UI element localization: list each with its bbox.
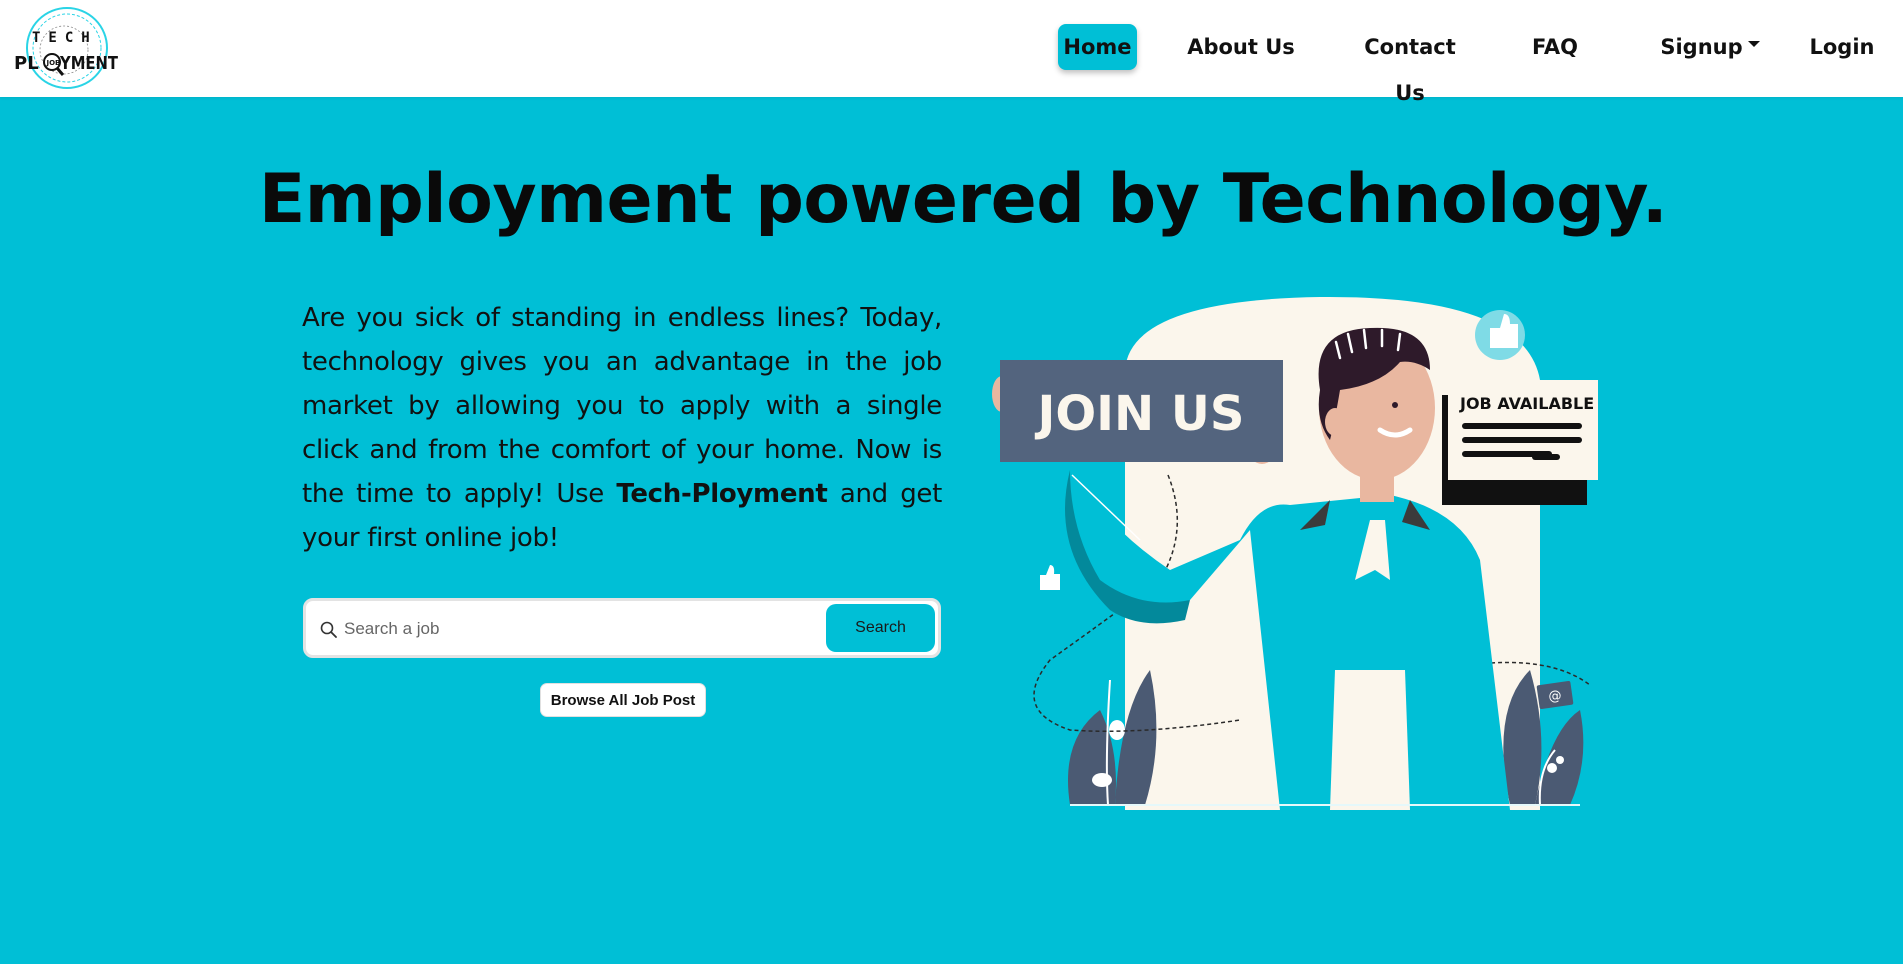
join-us-illustration: JOIN US JOB AVAILABLE @ — [992, 296, 1598, 810]
svg-text:JOIN US: JOIN US — [1035, 386, 1245, 442]
svg-text:YMENT: YMENT — [59, 53, 118, 74]
nav-signup-dropdown[interactable]: Signup — [1660, 24, 1760, 70]
search-button[interactable]: Search — [826, 604, 935, 652]
nav-home-link[interactable]: Home — [1058, 24, 1137, 70]
job-search-input[interactable] — [342, 613, 816, 645]
tech-ployment-logo[interactable]: TECH PL JOB YMENT — [12, 4, 122, 92]
chevron-down-icon — [1747, 41, 1760, 47]
navbar: TECH PL JOB YMENT Home About Us Contact … — [0, 0, 1903, 105]
svg-text:JOB AVAILABLE: JOB AVAILABLE — [1459, 394, 1594, 413]
intro-brand-name: Tech-Ployment — [616, 479, 828, 509]
nav-login-link[interactable]: Login — [1808, 24, 1876, 70]
browse-all-job-post-button[interactable]: Browse All Job Post — [540, 683, 706, 717]
svg-text:@: @ — [1549, 689, 1562, 704]
hero-intro-text: Are you sick of standing in endless line… — [302, 296, 942, 560]
job-search-bar: Search — [303, 598, 941, 658]
nav-faq-link[interactable]: FAQ — [1524, 24, 1586, 70]
nav-contact-link[interactable]: Contact Us — [1349, 24, 1471, 105]
svg-text:JOB: JOB — [46, 59, 61, 67]
nav-signup-label: Signup — [1660, 35, 1743, 59]
nav-about-link[interactable]: About Us — [1183, 24, 1299, 70]
hero-headline: Employment powered by Technology. — [258, 160, 1668, 239]
svg-text:PL: PL — [14, 53, 39, 74]
svg-text:TECH: TECH — [32, 30, 98, 46]
search-icon — [320, 621, 337, 638]
